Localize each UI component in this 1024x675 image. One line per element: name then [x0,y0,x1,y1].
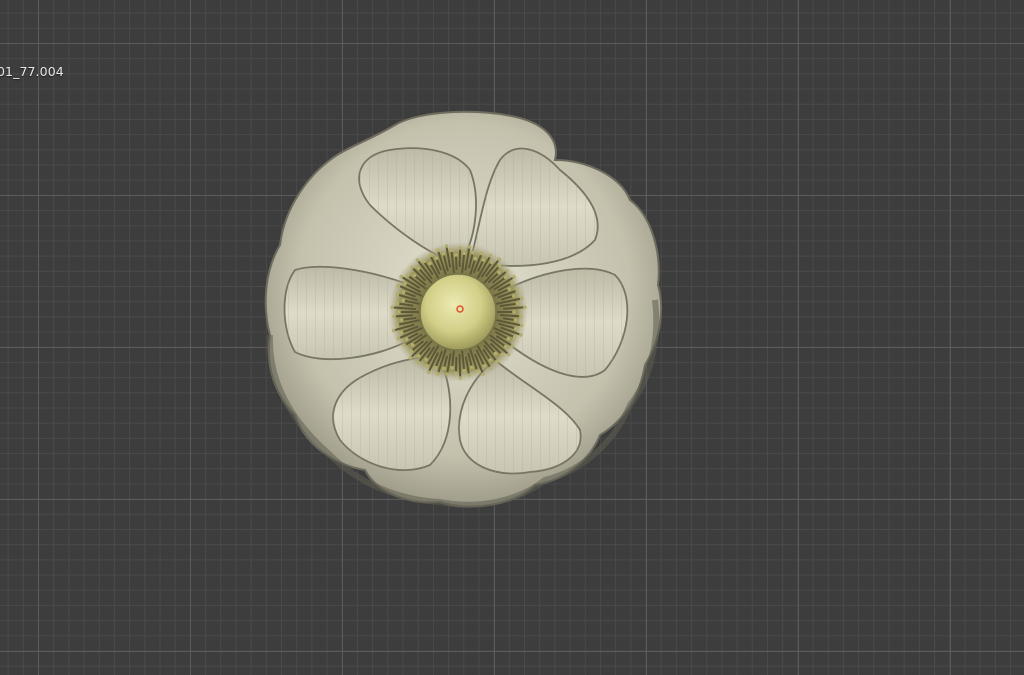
stamen-anther [416,354,421,358]
stamen-anther [390,305,395,310]
3d-viewport[interactable]: 01_77.004 [0,0,1024,675]
stamen-anther [482,364,487,368]
stamen-anther [396,283,401,288]
stamen-anther [519,333,523,337]
stamen-anther [428,253,433,258]
stamen-filament [458,354,462,379]
stamen-anther [392,314,397,319]
stamen-anther [441,252,446,256]
stamen-anther [428,261,432,266]
stamen-anther [458,246,463,250]
stamen-anther [403,282,407,286]
stamen-anther [497,270,501,275]
stamen-anther [467,373,471,377]
stamen-anther [436,248,440,252]
stamen-anther [426,370,431,375]
stamen-anther [512,310,516,314]
stamen-anther [506,337,511,341]
stamen-anther [507,287,512,292]
stamen-anther [397,310,401,314]
stamen-anther [450,365,454,370]
stamen-anther [415,258,420,262]
stamen-anther [399,318,404,322]
stamen-anther [467,245,472,249]
stamen-anther [497,264,502,268]
stamen-anther [395,292,400,297]
stamen-anther [513,318,518,322]
stamen-anther [497,257,502,262]
stamen-anther [512,335,517,340]
stamen-anther [442,366,446,371]
stamen-anther [473,256,478,261]
stamen-anther [416,360,421,365]
stamen-anther [401,290,406,295]
stamen-anther [512,275,516,279]
stamen-anther [409,349,414,354]
stamen-anther [412,273,417,278]
stamen-anther [503,344,508,349]
stamen-anther [391,328,396,333]
stamen-anther [401,298,406,303]
stamen-anther [410,265,414,270]
stamen-anther [500,352,504,357]
stamen-anther [495,359,499,364]
stamen-anther [458,376,463,380]
stamen-anther [488,358,493,362]
stamen-anther [515,288,519,293]
stamen-anther [506,352,511,357]
stamen-anther [503,275,508,280]
stamen-anther [462,251,467,256]
stamen-filament [455,254,458,270]
stamen-filament [458,247,462,267]
stamen-anther [433,365,438,370]
stamen-anther [425,363,429,368]
stamen-anther [395,323,400,327]
stamen-anther [513,326,518,331]
stamen-anther [519,314,523,319]
stamen-filament [393,314,414,318]
stamen-anther [515,301,520,306]
stamen-anther [510,281,514,286]
stamen-anther [519,323,524,328]
stamen-anther [402,343,407,348]
stamen-anther [510,344,515,348]
stamen-anther [405,337,409,342]
stamen-anther [410,343,415,347]
stamen-anther [399,330,404,335]
stamen-anther [395,301,400,306]
stamen-anther [471,251,475,255]
stamen-anther [408,356,413,360]
stamen-anther [470,365,474,370]
stamen-filament [499,314,522,318]
stamen-anther [454,371,458,375]
flower-model[interactable] [0,0,1024,675]
stamen-anther [523,305,527,310]
stamen-anther [434,256,439,261]
stamen-anther [481,258,486,262]
stamen-anther [396,336,401,341]
stamen-anther [488,366,493,371]
stamen-anther [489,260,494,265]
stamen-anther [481,372,485,376]
stamen-anther [422,259,426,264]
stamen-anther [488,253,493,258]
stamen-anther [445,372,449,376]
stamen-anther [454,253,458,257]
stamen-anther [424,357,428,362]
stamen-anther [444,244,449,248]
stamen-anther [475,369,480,373]
stamen-anther [406,273,410,278]
stamen-anther [519,296,524,301]
stamen-anther [416,266,421,271]
stamen-filament [454,357,458,374]
stamen-anther [462,368,467,373]
stamen-anther [505,269,509,273]
stamen-anther [399,274,404,279]
stamen-anther [479,251,484,256]
stamen-anther [436,372,440,376]
stamen-anther [512,294,516,298]
stamen-anther [493,351,498,356]
stamen-anther [449,248,454,253]
